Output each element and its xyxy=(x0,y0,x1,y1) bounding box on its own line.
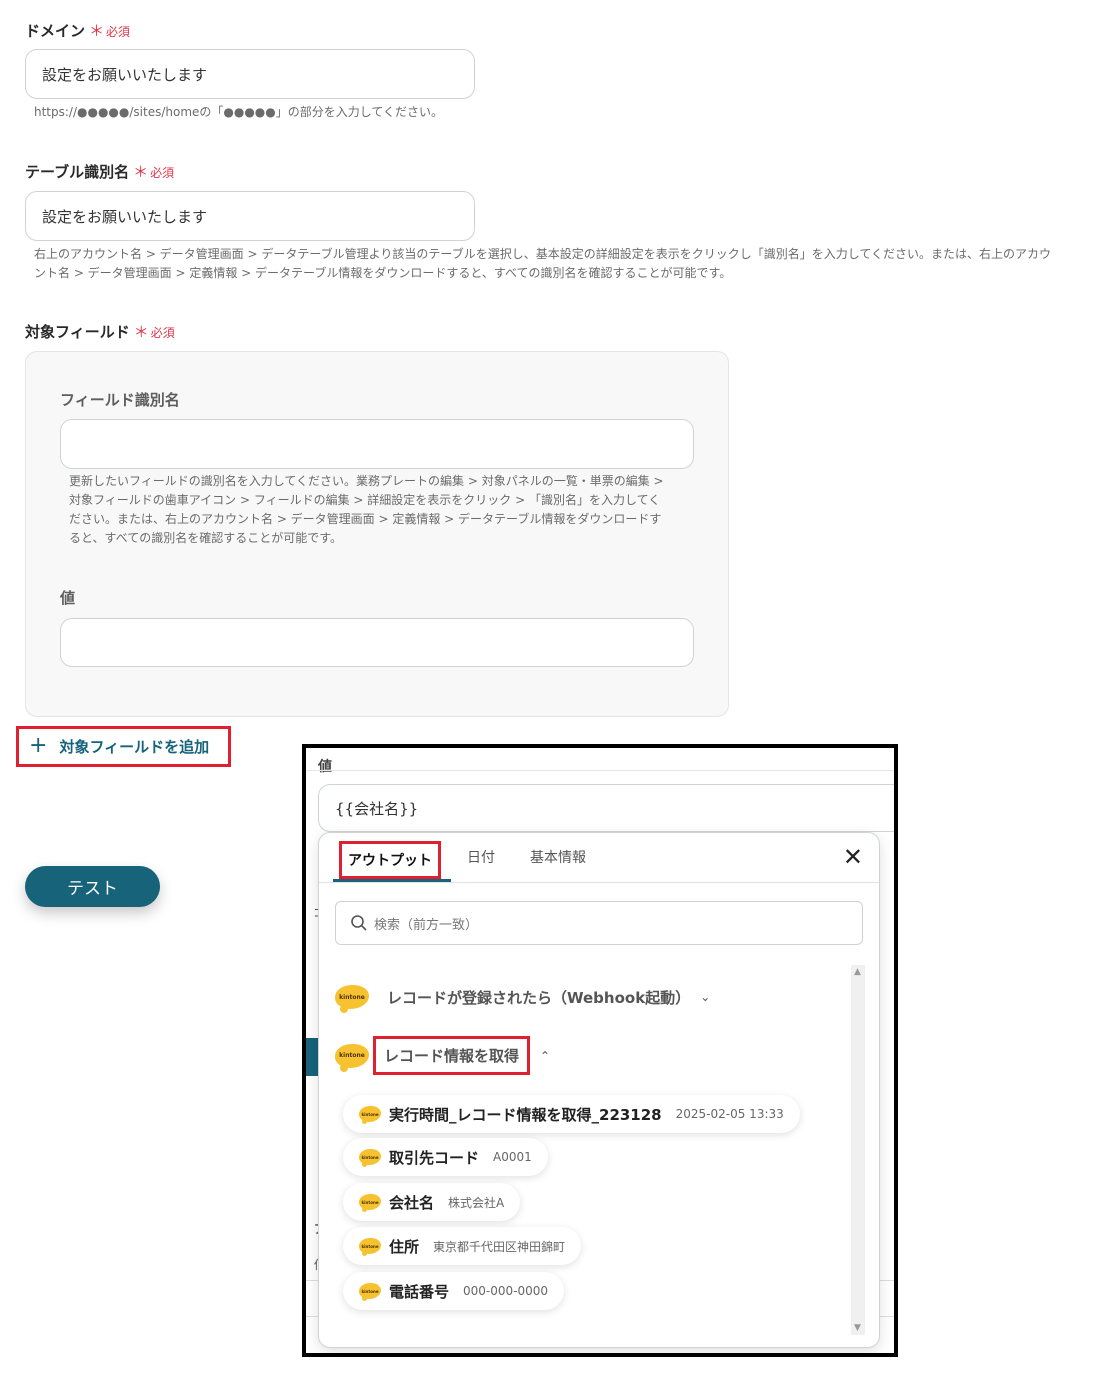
field-id-input[interactable] xyxy=(60,419,694,469)
required-badge: ＊必須 xyxy=(133,163,175,181)
domain-help-text: https://●●●●●/sites/homeの「●●●●●」の部分を入力して… xyxy=(34,105,444,119)
add-target-field-button[interactable]: + 対象フィールドを追加 xyxy=(16,726,231,767)
domain-label: ドメイン＊必須 xyxy=(25,22,131,40)
group-webhook-trigger[interactable]: kintone レコードが登録されたら（Webhook起動） ⌄ xyxy=(335,985,711,1013)
output-picker-panel: アウトプット 日付 基本情報 ✕ 検索（前方一致） ▲ ▼ kintone レコ… xyxy=(318,832,880,1348)
table-id-input[interactable]: 設定をお願いいたします xyxy=(25,191,475,241)
value-input[interactable] xyxy=(60,618,694,667)
output-picker-overlay: 値 {{会社名}} ｺ ア 値 アウトプット 日付 基本情報 ✕ 検索（前方一致… xyxy=(302,744,898,1357)
scroll-down-icon[interactable]: ▼ xyxy=(854,1323,861,1333)
chevron-up-icon: ⌃ xyxy=(540,1048,551,1063)
plus-icon: + xyxy=(29,733,48,758)
overlay-value-label: 値 xyxy=(318,759,332,775)
tab-bar: アウトプット 日付 基本情報 ✕ xyxy=(319,833,879,883)
tab-basic-info[interactable]: 基本情報 xyxy=(530,847,586,867)
test-button[interactable]: テスト xyxy=(25,866,160,907)
table-id-label: テーブル識別名＊必須 xyxy=(25,163,175,181)
domain-input[interactable]: 設定をお願いいたします xyxy=(25,49,475,99)
scrollbar[interactable]: ▲ ▼ xyxy=(851,965,865,1335)
output-item[interactable]: kintone 実行時間_レコード情報を取得_223128 2025-02-05… xyxy=(343,1095,800,1133)
tab-output[interactable]: アウトプット xyxy=(339,841,441,879)
target-field-label: 対象フィールド＊必須 xyxy=(25,323,175,341)
kintone-logo-icon: kintone xyxy=(359,1149,381,1167)
output-item[interactable]: kintone 会社名 株式会社A xyxy=(343,1183,521,1221)
field-id-help-text: 更新したいフィールドの識別名を入力してください。業務プレートの編集 > 対象パネ… xyxy=(69,474,664,545)
chevron-down-icon: ⌄ xyxy=(700,990,711,1004)
kintone-logo-icon: kintone xyxy=(359,1194,381,1212)
kintone-logo-icon: kintone xyxy=(359,1238,381,1256)
target-field-box: フィールド識別名 更新したいフィールドの識別名を入力してください。業務プレートの… xyxy=(25,351,729,717)
table-id-help-text: 右上のアカウント名 > データ管理画面 > データテーブル管理より該当のテーブル… xyxy=(34,247,1051,280)
scroll-up-icon[interactable]: ▲ xyxy=(854,967,861,977)
group-get-record[interactable]: kintone レコード情報を取得 ⌃ xyxy=(335,1036,550,1075)
kintone-logo-icon: kintone xyxy=(335,1043,369,1072)
field-id-label: フィールド識別名 xyxy=(60,391,180,409)
output-item[interactable]: kintone 取引先コード A0001 xyxy=(343,1138,548,1176)
close-icon[interactable]: ✕ xyxy=(843,845,863,869)
tab-date[interactable]: 日付 xyxy=(467,847,495,867)
value-label: 値 xyxy=(60,589,76,607)
search-icon xyxy=(351,915,367,931)
output-item[interactable]: kintone 電話番号 000-000-0000 xyxy=(343,1272,565,1310)
required-badge: ＊必須 xyxy=(133,323,175,341)
output-item[interactable]: kintone 住所 東京都千代田区神田錦町 xyxy=(343,1227,582,1265)
active-tab-indicator xyxy=(333,879,451,882)
divider xyxy=(306,770,894,771)
kintone-logo-icon: kintone xyxy=(359,1283,381,1301)
search-input[interactable]: 検索（前方一致） xyxy=(335,901,863,945)
kintone-logo-icon: kintone xyxy=(359,1106,381,1124)
kintone-logo-icon: kintone xyxy=(335,985,369,1013)
overlay-value-input[interactable]: {{会社名}} xyxy=(318,784,894,832)
required-badge: ＊必須 xyxy=(89,22,131,40)
